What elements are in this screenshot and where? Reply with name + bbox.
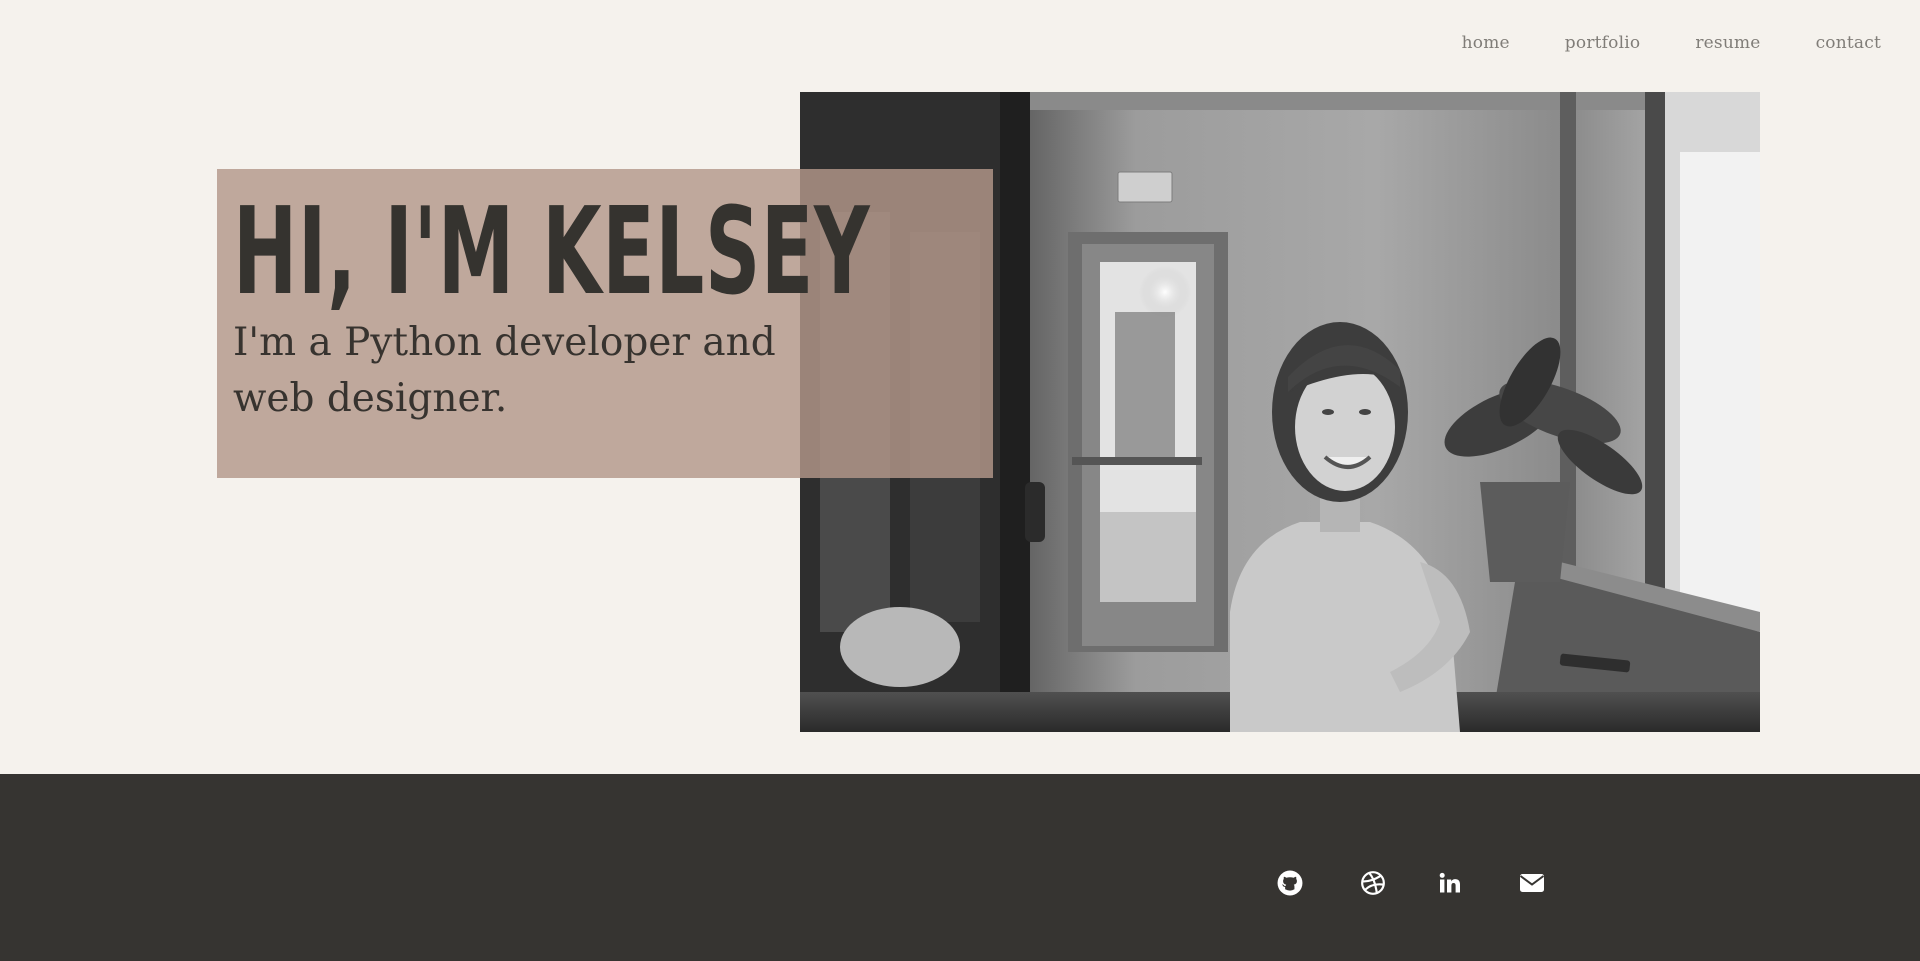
email-icon[interactable]	[1517, 868, 1547, 898]
nav-portfolio-link[interactable]: portfolio	[1565, 30, 1641, 56]
nav-home-link[interactable]: home	[1462, 30, 1510, 56]
main-nav: home portfolio resume contact	[1407, 30, 1881, 56]
hero-heading: HI, I'M KELSEY	[233, 183, 871, 322]
page: home portfolio resume contact HI, I'M KE…	[0, 0, 1920, 961]
footer	[0, 774, 1920, 961]
nav-contact-link[interactable]: contact	[1816, 30, 1881, 56]
github-icon[interactable]	[1275, 868, 1305, 898]
dribbble-icon[interactable]	[1358, 868, 1388, 898]
nav-resume-link[interactable]: resume	[1695, 30, 1760, 56]
intro-box: HI, I'M KELSEY I'm a Python developer an…	[217, 169, 993, 478]
hero-subheading: I'm a Python developer and web designer.	[233, 320, 776, 421]
linkedin-icon[interactable]	[1435, 868, 1465, 898]
